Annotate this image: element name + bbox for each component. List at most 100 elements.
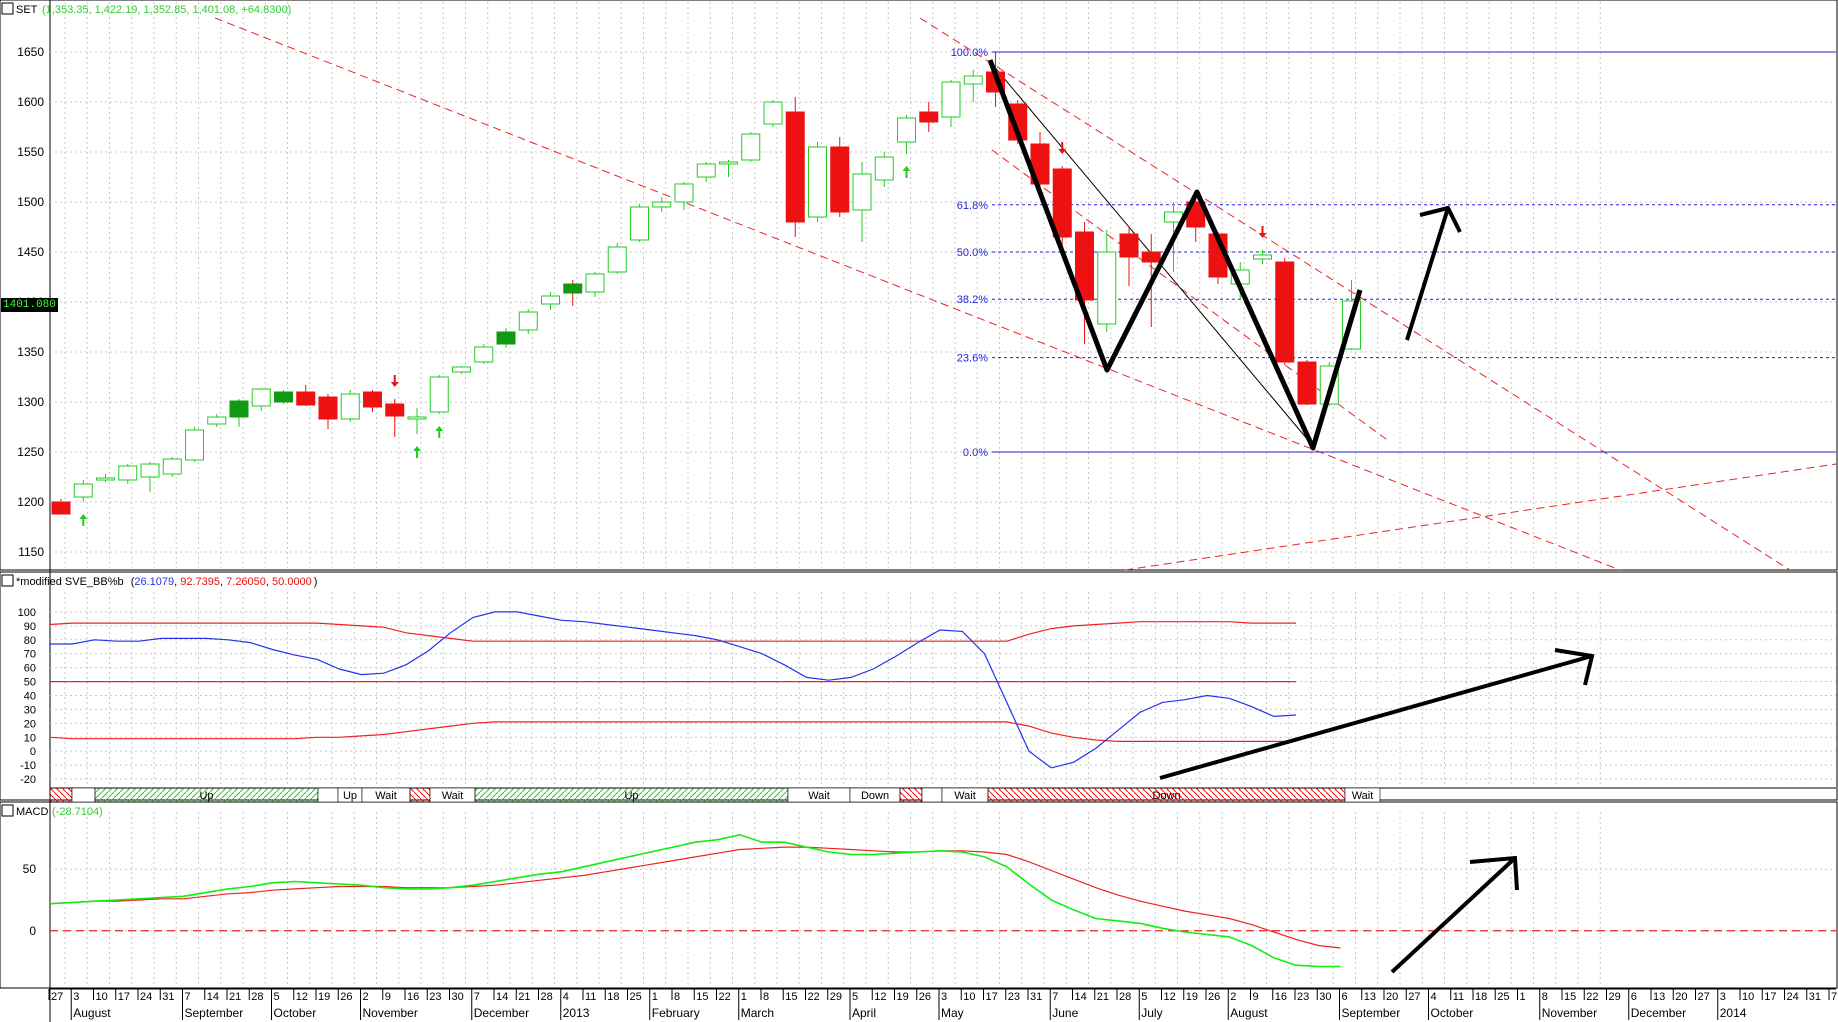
state-label: Down — [861, 790, 889, 802]
price-panel-border — [0, 0, 1838, 571]
candle-body — [808, 146, 827, 218]
state-label: Wait — [808, 790, 830, 802]
price-tick-label: 1300 — [17, 395, 44, 409]
x-day-label: 28 — [251, 991, 263, 1003]
candle-body — [1052, 168, 1072, 238]
candle-body — [607, 246, 627, 273]
candle-body — [1141, 251, 1161, 263]
sell-arrow-icon — [1258, 226, 1267, 238]
price-symbol: SET — [16, 4, 38, 16]
candle-body — [1097, 251, 1117, 325]
fib-level-label: 0.0% — [963, 447, 988, 459]
bb-panel-border — [0, 571, 1838, 801]
candle-body — [229, 400, 249, 418]
candle-body — [185, 429, 204, 461]
bb-header-text: *modified SVE_BB%b (26.1079, 92.7395, 7.… — [16, 576, 317, 588]
candle-body — [518, 311, 538, 331]
x-day-label: 29 — [1609, 991, 1621, 1003]
candle-body — [830, 146, 850, 213]
price-tick-label: 1250 — [17, 445, 44, 459]
candle-body — [429, 376, 449, 413]
bb-v3: 7.26050 — [226, 576, 266, 588]
candle-body — [140, 463, 160, 478]
bb-tick-label: 70 — [24, 649, 36, 661]
candle-body — [474, 346, 494, 363]
axis-labels: 1650160015501500145014001350130012501200… — [17, 45, 1837, 1020]
x-day-label: 27 — [1698, 991, 1710, 1003]
x-day-label: 20 — [1675, 991, 1687, 1003]
buy-arrow-icon — [413, 446, 421, 458]
candle-body — [340, 393, 360, 420]
x-day-label: 23 — [429, 991, 441, 1003]
x-day-label: 28 — [541, 991, 553, 1003]
state-label: Wait — [954, 790, 976, 802]
x-day-label: 17 — [986, 991, 998, 1003]
price-header: SET (1,353.35, 1,422.19, 1,352.85, 1,401… — [1, 2, 291, 16]
last-price-badge: 1401.080 — [1, 298, 58, 312]
bb-tick-label: 60 — [24, 663, 36, 675]
x-day-label: 12 — [874, 991, 886, 1003]
x-month-label: September — [185, 1006, 244, 1020]
macd-value: (-28.7104) — [52, 806, 103, 818]
x-day-label: 21 — [518, 991, 530, 1003]
x-day-label: 7 — [1052, 991, 1058, 1003]
fib-level-label: 100.0% — [951, 47, 989, 59]
x-day-label: 13 — [1364, 991, 1376, 1003]
x-month-label: June — [1052, 1006, 1078, 1020]
x-month-label: April — [852, 1006, 876, 1020]
x-day-label: 11 — [585, 991, 596, 1003]
x-month-label: October — [1431, 1006, 1474, 1020]
x-day-label: 6 — [1631, 991, 1637, 1003]
x-day-label: 1 — [652, 991, 658, 1003]
bb-name: *modified SVE_BB%b — [16, 576, 124, 588]
candle-body — [1119, 233, 1139, 258]
candle-body — [1275, 261, 1295, 363]
state-segment — [921, 787, 943, 803]
x-day-label: 15 — [785, 991, 797, 1003]
macd-indicator — [49, 833, 1836, 968]
bb-tick-label: 50 — [24, 677, 36, 689]
macd-panel-border — [0, 801, 1838, 989]
state-label: Up — [343, 790, 357, 802]
bb-tick-label: 30 — [24, 704, 36, 716]
x-month-label: July — [1141, 1006, 1162, 1020]
x-day-label: 31 — [162, 991, 174, 1003]
x-day-label: 14 — [207, 991, 219, 1003]
state-label: Down — [1152, 790, 1180, 802]
sell-arrow-icon — [390, 375, 399, 387]
x-day-label: 19 — [1186, 991, 1198, 1003]
bb-indicator — [49, 611, 1297, 769]
x-day-label: 30 — [1319, 991, 1331, 1003]
candle-body — [274, 391, 293, 403]
x-day-label: 8 — [1542, 991, 1548, 1003]
candle-body — [763, 101, 783, 125]
macd-arrow-line — [1390, 856, 1517, 974]
x-day-label: 5 — [1141, 991, 1147, 1003]
x-day-label: 9 — [385, 991, 391, 1003]
x-day-label: 22 — [719, 991, 731, 1003]
x-day-label: 9 — [1253, 991, 1259, 1003]
x-day-label: 28 — [1119, 991, 1131, 1003]
price-tick-label: 1450 — [17, 245, 44, 259]
macd-tick-label: 0 — [29, 924, 36, 938]
x-day-label: 21 — [229, 991, 241, 1003]
bb-arrow-line — [1159, 654, 1593, 780]
buy-arrow-icon — [902, 166, 911, 178]
x-day-label: 31 — [1809, 991, 1821, 1003]
state-label: Up — [624, 790, 638, 802]
bb-v2: 92.7395 — [180, 576, 220, 588]
x-month-label: December — [1631, 1006, 1686, 1020]
bb-tick-label: -10 — [20, 760, 36, 772]
x-day-label: 8 — [674, 991, 680, 1003]
candle-body — [785, 111, 805, 223]
state-segment — [317, 787, 339, 803]
bb-tick-label: 10 — [24, 732, 36, 744]
chart-canvas: 100.0% 61.8% 50.0% 38.2% 23.6% 0.0% Up Up Wait W… — [0, 0, 1838, 1022]
bb-tick-label: -20 — [20, 774, 36, 786]
candle-body — [118, 465, 138, 481]
candle-body — [852, 173, 872, 211]
x-day-label: 1 — [741, 991, 747, 1003]
candle-body — [941, 81, 961, 118]
x-month-label: August — [73, 1006, 111, 1020]
candle-body — [207, 416, 227, 425]
